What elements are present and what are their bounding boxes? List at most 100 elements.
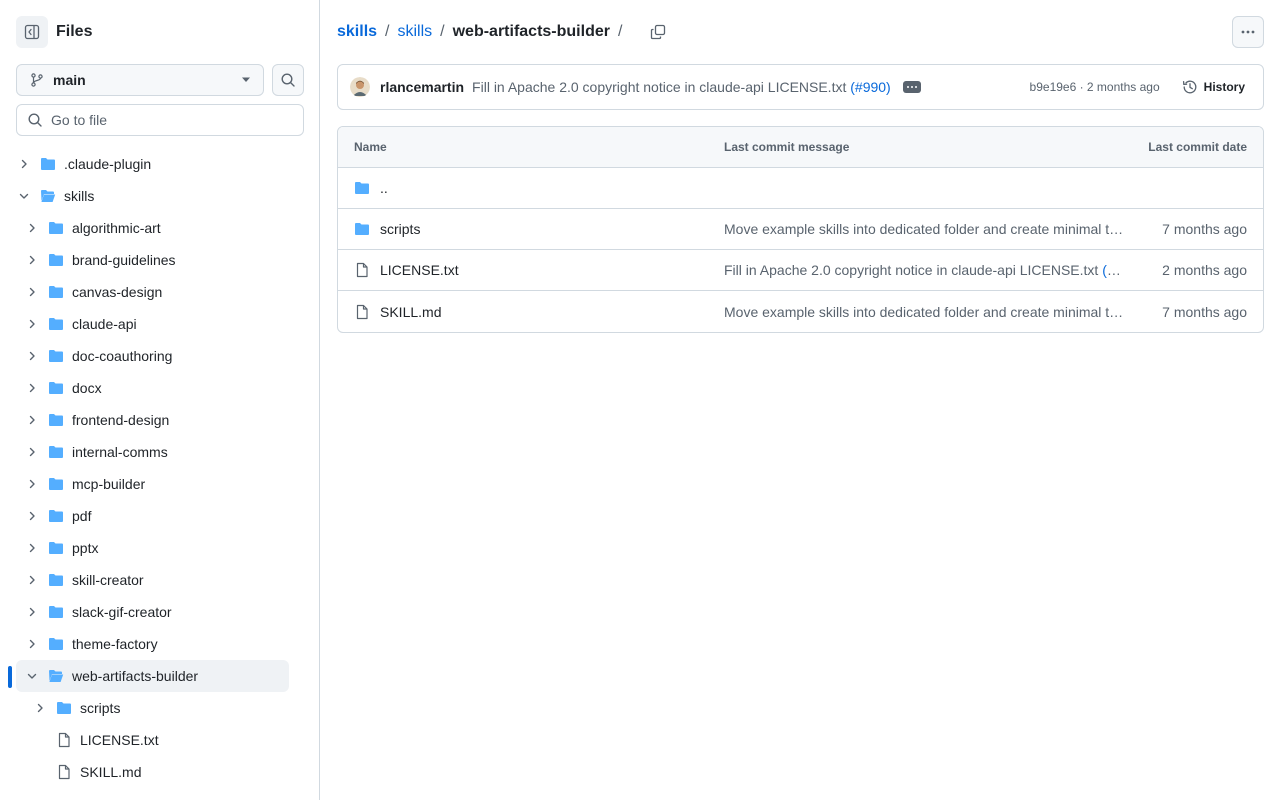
tree-folder-item[interactable]: frontend-design bbox=[0, 404, 320, 436]
expand-toggle[interactable] bbox=[24, 348, 40, 364]
copy-path-button[interactable] bbox=[644, 18, 672, 46]
tree-folder-item[interactable]: internal-comms bbox=[0, 436, 320, 468]
more-options-button[interactable] bbox=[1232, 16, 1264, 48]
chevron-right-icon bbox=[29, 479, 35, 489]
tree-folder-item[interactable]: pdf bbox=[0, 500, 320, 532]
tree-item-label: theme-factory bbox=[72, 636, 158, 652]
tree-folder-item[interactable]: docx bbox=[0, 372, 320, 404]
table-header: Name Last commit message Last commit dat… bbox=[338, 127, 1263, 168]
expand-toggle[interactable] bbox=[24, 540, 40, 556]
tree-folder-item[interactable]: skills bbox=[0, 180, 320, 212]
commit-date: 7 months ago bbox=[1162, 221, 1247, 237]
search-icon bbox=[281, 73, 295, 87]
history-button[interactable]: History bbox=[1176, 73, 1251, 101]
folder-icon bbox=[49, 350, 63, 362]
tree-folder-item[interactable]: brand-guidelines bbox=[0, 244, 320, 276]
chevron-right-icon bbox=[29, 287, 35, 297]
user-avatar-icon bbox=[350, 77, 370, 97]
commit-message-link[interactable]: Fill in Apache 2.0 copyright notice in c… bbox=[724, 262, 1102, 278]
tree-folder-item[interactable]: algorithmic-art bbox=[0, 212, 320, 244]
expand-toggle[interactable] bbox=[24, 220, 40, 236]
breadcrumb-folder-link[interactable]: skills bbox=[397, 23, 432, 41]
tree-folder-item[interactable]: pptx bbox=[0, 532, 320, 564]
tree-item-label: SKILL.md bbox=[80, 764, 142, 780]
chevron-right-icon bbox=[29, 639, 35, 649]
expand-toggle[interactable] bbox=[24, 572, 40, 588]
file-name-link[interactable]: LICENSE.txt bbox=[380, 262, 459, 278]
tree-folder-item[interactable]: claude-api bbox=[0, 308, 320, 340]
go-to-file-input[interactable] bbox=[51, 112, 291, 128]
commit-message[interactable]: Fill in Apache 2.0 copyright notice in c… bbox=[472, 79, 891, 95]
commit-message-link[interactable]: Move example skills into dedicated folde… bbox=[724, 304, 1123, 320]
expand-toggle[interactable] bbox=[24, 252, 40, 268]
branch-selector[interactable]: main bbox=[16, 64, 264, 96]
folder-open-icon bbox=[41, 190, 56, 202]
tree-folder-item[interactable]: skill-creator bbox=[0, 564, 320, 596]
file-name-link[interactable]: SKILL.md bbox=[380, 304, 441, 320]
expand-commit-message-button[interactable] bbox=[902, 81, 921, 93]
expand-toggle[interactable] bbox=[24, 444, 40, 460]
expand-toggle[interactable] bbox=[24, 668, 40, 684]
chevron-right-icon bbox=[29, 575, 35, 585]
tree-folder-item[interactable]: doc-coauthoring bbox=[0, 340, 320, 372]
parent-directory-row[interactable]: .. bbox=[338, 168, 1263, 209]
history-label: History bbox=[1203, 80, 1245, 94]
commit-pr-link[interactable]: (#990) bbox=[850, 79, 890, 95]
folder-icon bbox=[49, 446, 63, 458]
expand-toggle[interactable] bbox=[24, 380, 40, 396]
expand-toggle[interactable] bbox=[24, 412, 40, 428]
latest-commit-bar: rlancemartin Fill in Apache 2.0 copyrigh… bbox=[337, 64, 1264, 110]
tree-file-item[interactable]: LICENSE.txt bbox=[0, 724, 320, 756]
chevron-right-icon bbox=[29, 543, 35, 553]
tree-file-item[interactable]: SKILL.md bbox=[0, 756, 320, 788]
search-files-button[interactable] bbox=[272, 64, 304, 96]
expand-toggle[interactable] bbox=[24, 284, 40, 300]
header-date: Last commit date bbox=[1148, 140, 1247, 154]
tree-item-label: claude-api bbox=[72, 316, 137, 332]
go-to-file-field[interactable] bbox=[16, 104, 304, 136]
breadcrumb-repo-link[interactable]: skills bbox=[337, 23, 377, 41]
tree-folder-item[interactable]: canvas-design bbox=[0, 276, 320, 308]
tree-folder-item[interactable]: mcp-builder bbox=[0, 468, 320, 500]
tree-item-label: mcp-builder bbox=[72, 476, 146, 492]
tree-folder-item[interactable]: .claude-plugin bbox=[0, 148, 320, 180]
tree-folder-item[interactable]: scripts bbox=[0, 692, 320, 724]
commit-author[interactable]: rlancemartin bbox=[380, 79, 464, 95]
folder-icon bbox=[49, 254, 63, 266]
avatar[interactable] bbox=[350, 77, 370, 97]
expand-toggle[interactable] bbox=[24, 604, 40, 620]
chevron-right-icon bbox=[29, 351, 35, 361]
expand-toggle[interactable] bbox=[24, 316, 40, 332]
commit-message-text: Fill in Apache 2.0 copyright notice in c… bbox=[472, 79, 847, 95]
parent-directory-link[interactable]: .. bbox=[380, 180, 388, 196]
table-row: SKILL.md Move example skills into dedicat… bbox=[338, 291, 1263, 332]
header-message: Last commit message bbox=[724, 140, 850, 154]
folder-icon bbox=[355, 182, 369, 194]
git-branch-icon bbox=[31, 73, 43, 87]
chevron-right-icon bbox=[29, 447, 35, 457]
commit-pr-link[interactable]: (#9… bbox=[1102, 262, 1124, 278]
commit-date: 2 months ago bbox=[1162, 262, 1247, 278]
sidebar-collapse-icon bbox=[24, 24, 40, 40]
expand-toggle[interactable] bbox=[24, 508, 40, 524]
commit-message-link[interactable]: Move example skills into dedicated folde… bbox=[724, 221, 1123, 237]
search-icon bbox=[28, 113, 42, 127]
collapse-sidebar-button[interactable] bbox=[16, 16, 48, 48]
expand-toggle[interactable] bbox=[24, 636, 40, 652]
expand-toggle[interactable] bbox=[24, 476, 40, 492]
commit-sha-time[interactable]: b9e19e6 · 2 months ago bbox=[1030, 80, 1160, 94]
tree-item-label: docx bbox=[72, 380, 102, 396]
caret-down-icon bbox=[242, 77, 250, 82]
chevron-right-icon bbox=[29, 255, 35, 265]
tree-folder-item[interactable]: web-artifacts-builder bbox=[0, 660, 320, 692]
chevron-right-icon bbox=[29, 319, 35, 329]
tree-item-label: brand-guidelines bbox=[72, 252, 176, 268]
folder-icon bbox=[49, 638, 63, 650]
tree-item-label: skill-creator bbox=[72, 572, 144, 588]
expand-toggle[interactable] bbox=[32, 700, 48, 716]
tree-folder-item[interactable]: slack-gif-creator bbox=[0, 596, 320, 628]
expand-toggle[interactable] bbox=[16, 156, 32, 172]
expand-toggle[interactable] bbox=[16, 188, 32, 204]
file-name-link[interactable]: scripts bbox=[380, 221, 420, 237]
tree-folder-item[interactable]: theme-factory bbox=[0, 628, 320, 660]
